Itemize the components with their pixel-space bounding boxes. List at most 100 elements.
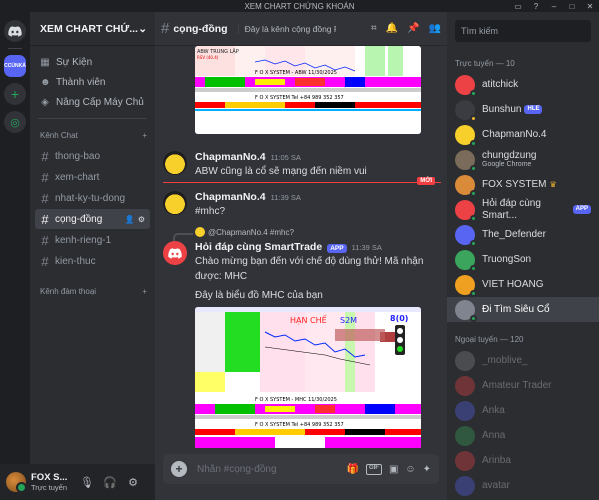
avatar	[455, 74, 477, 97]
member-item[interactable]: Amateur Trader	[447, 373, 599, 398]
member-item[interactable]: Hỏi đáp cùng Smart... APP	[447, 197, 599, 222]
member-info: The_Defender	[482, 229, 546, 241]
chart-image-mhc[interactable]: HẠN CHẾ S2M 8(0) F O X SYSTEM - MHC 11/3…	[195, 307, 421, 448]
add-attachment-icon[interactable]: +	[171, 461, 187, 477]
channel-thong-bao[interactable]: # thong-bao	[35, 146, 150, 166]
events-label: Sự Kiện	[56, 56, 93, 68]
threads-icon[interactable]: ⌗	[371, 23, 377, 34]
member-item[interactable]: Đi Tìm Siêu Cổ	[447, 297, 599, 322]
member-item[interactable]: TruongSon	[447, 247, 599, 272]
member-info: Hỏi đáp cùng Smart... APP	[482, 198, 591, 221]
channel-xem-chart[interactable]: # xem-chart	[35, 167, 150, 187]
channel-topic[interactable]: Đây là kênh cộng đồng Phước...	[237, 23, 336, 34]
invite-icon[interactable]: 👤	[125, 215, 135, 224]
title-bar: XEM CHART CHỨNG KHOÁN ▭ ? – □ ✕	[0, 0, 599, 12]
avatar[interactable]	[163, 191, 187, 215]
member-name-row: TruongSon	[482, 254, 531, 266]
member-item[interactable]: The_Defender	[447, 222, 599, 247]
svg-text:F O X SYSTEM Tel +84 989 352 3: F O X SYSTEM Tel +84 989 352 357	[255, 95, 344, 101]
author-name[interactable]: Hỏi đáp cùng SmartTrade	[195, 241, 322, 253]
member-list-icon[interactable]: 👥	[429, 23, 441, 34]
add-channel-icon[interactable]: +	[142, 131, 147, 140]
member-item[interactable]: Bunshun HLE	[447, 97, 599, 122]
member-name-row: Anna	[482, 430, 505, 442]
avatar[interactable]	[6, 472, 27, 493]
category-label: Kênh đàm thoại	[40, 286, 97, 296]
pin-icon[interactable]: 📌	[407, 23, 419, 34]
member-tag: HLE	[524, 105, 543, 114]
message-text: ABW cũng là cổ sẽ mạng đến niềm vui	[195, 166, 367, 177]
avatar	[455, 450, 475, 471]
server-header[interactable]: XEM CHART CHỨ... ⌄	[30, 12, 155, 46]
member-item[interactable]: Arinba	[447, 448, 599, 473]
gear-icon[interactable]: ⚙	[138, 215, 145, 224]
message-input[interactable]	[197, 463, 337, 475]
boost-icon: ◈	[41, 96, 49, 108]
explore-icon[interactable]: ◎	[4, 111, 26, 133]
boost-label: Nâng Cấp Máy Chủ	[56, 96, 144, 108]
member-item[interactable]: Anna	[447, 423, 599, 448]
member-item[interactable]: _moblive_	[447, 348, 599, 373]
server-icon-xem-chart[interactable]: CCÙNKÁ	[4, 55, 26, 77]
member-name-row: Amateur Trader	[482, 380, 551, 392]
inbox-icon[interactable]: ▭	[513, 1, 523, 11]
emoji-icon[interactable]: ☺	[405, 464, 415, 475]
channel-kien-thuc[interactable]: # kien-thuc	[35, 251, 150, 271]
member-item[interactable]: chungdzung Google Chrome	[447, 147, 599, 172]
message-list[interactable]: ABW TRUNG LẬP RSV (40.4) F O X SYSTEM - …	[155, 46, 447, 448]
svg-text:S2M: S2M	[340, 316, 357, 325]
member-info: Bunshun HLE	[482, 104, 543, 116]
discord-home-button[interactable]	[4, 20, 26, 42]
window-title: XEM CHART CHỨNG KHOÁN	[244, 1, 355, 11]
member-item[interactable]: FOX SYSTEM ♛	[447, 172, 599, 197]
headphones-icon[interactable]: 🎧	[101, 473, 119, 491]
minimize-button[interactable]: –	[549, 1, 559, 11]
member-name: VIET HOANG	[482, 278, 544, 290]
user-panel: FOX S... Trực tuyến 🎙 🎧 ⚙	[0, 464, 155, 500]
apps-icon[interactable]: ✦	[423, 464, 431, 475]
author-name[interactable]: ChapmanNo.4	[195, 191, 266, 203]
category-kenh-chat[interactable]: Kênh Chat +	[30, 125, 155, 145]
member-name-row: _moblive_	[482, 355, 528, 367]
add-server-icon[interactable]: +	[4, 83, 26, 105]
avatar	[455, 299, 477, 322]
member-name-row: chungdzung	[482, 150, 537, 162]
channel-nhat-ky-tu-dong[interactable]: # nhat-ky-tu-dong	[35, 188, 150, 208]
help-icon[interactable]: ?	[531, 1, 541, 11]
channel-kenh-rieng-1[interactable]: # kenh-rieng-1	[35, 230, 150, 250]
boost-link[interactable]: ◈ Nâng Cấp Máy Chủ	[30, 92, 155, 112]
gif-icon[interactable]: GIF	[365, 463, 382, 475]
channel-cong-dong[interactable]: # cọng-đồng 👤 ⚙	[35, 209, 150, 229]
author-name[interactable]: ChapmanNo.4	[195, 151, 266, 163]
close-button[interactable]: ✕	[585, 1, 595, 11]
search-input[interactable]	[461, 26, 585, 36]
member-item[interactable]: ChapmanNo.4	[447, 122, 599, 147]
status-indicator	[470, 164, 477, 172]
member-name: Đi Tìm Siêu Cổ	[482, 303, 550, 315]
bell-icon[interactable]: 🔔	[386, 23, 398, 34]
chart-image-abw[interactable]: ABW TRUNG LẬP RSV (40.4) F O X SYSTEM - …	[195, 46, 421, 134]
reply-connector	[173, 233, 193, 241]
gift-icon[interactable]: 🎁	[346, 464, 358, 475]
member-item[interactable]: Anka	[447, 398, 599, 423]
member-name: Hỏi đáp cùng Smart...	[482, 198, 541, 221]
add-channel-icon[interactable]: +	[142, 287, 147, 296]
microphone-icon[interactable]: 🎙	[78, 473, 96, 491]
member-item[interactable]: atitchick	[447, 72, 599, 97]
member-item[interactable]: VIET HOANG	[447, 272, 599, 297]
reply-preview[interactable]: @ChapmanNo.4 #mhc?	[195, 227, 294, 237]
category-kenh-dam-thoai[interactable]: Kênh đàm thoại +	[30, 281, 155, 301]
avatar[interactable]	[163, 241, 187, 265]
message[interactable]: ChapmanNo.4 11:39 SA #mhc?	[155, 188, 447, 228]
status-indicator	[470, 114, 477, 122]
settings-gear-icon[interactable]: ⚙	[124, 473, 142, 491]
events-link[interactable]: ▦ Sự Kiện	[30, 52, 155, 72]
svg-text:ABW TRUNG LẬP: ABW TRUNG LẬP	[197, 48, 239, 55]
member-info: Đi Tìm Siêu Cổ	[482, 304, 550, 316]
member-item[interactable]: avatar	[447, 473, 599, 498]
avatar[interactable]	[163, 151, 187, 175]
maximize-button[interactable]: □	[567, 1, 577, 11]
sticker-icon[interactable]: ▣	[389, 464, 398, 475]
members-link[interactable]: ☻ Thành viên	[30, 72, 155, 92]
new-messages-divider: MỚI	[163, 177, 441, 185]
